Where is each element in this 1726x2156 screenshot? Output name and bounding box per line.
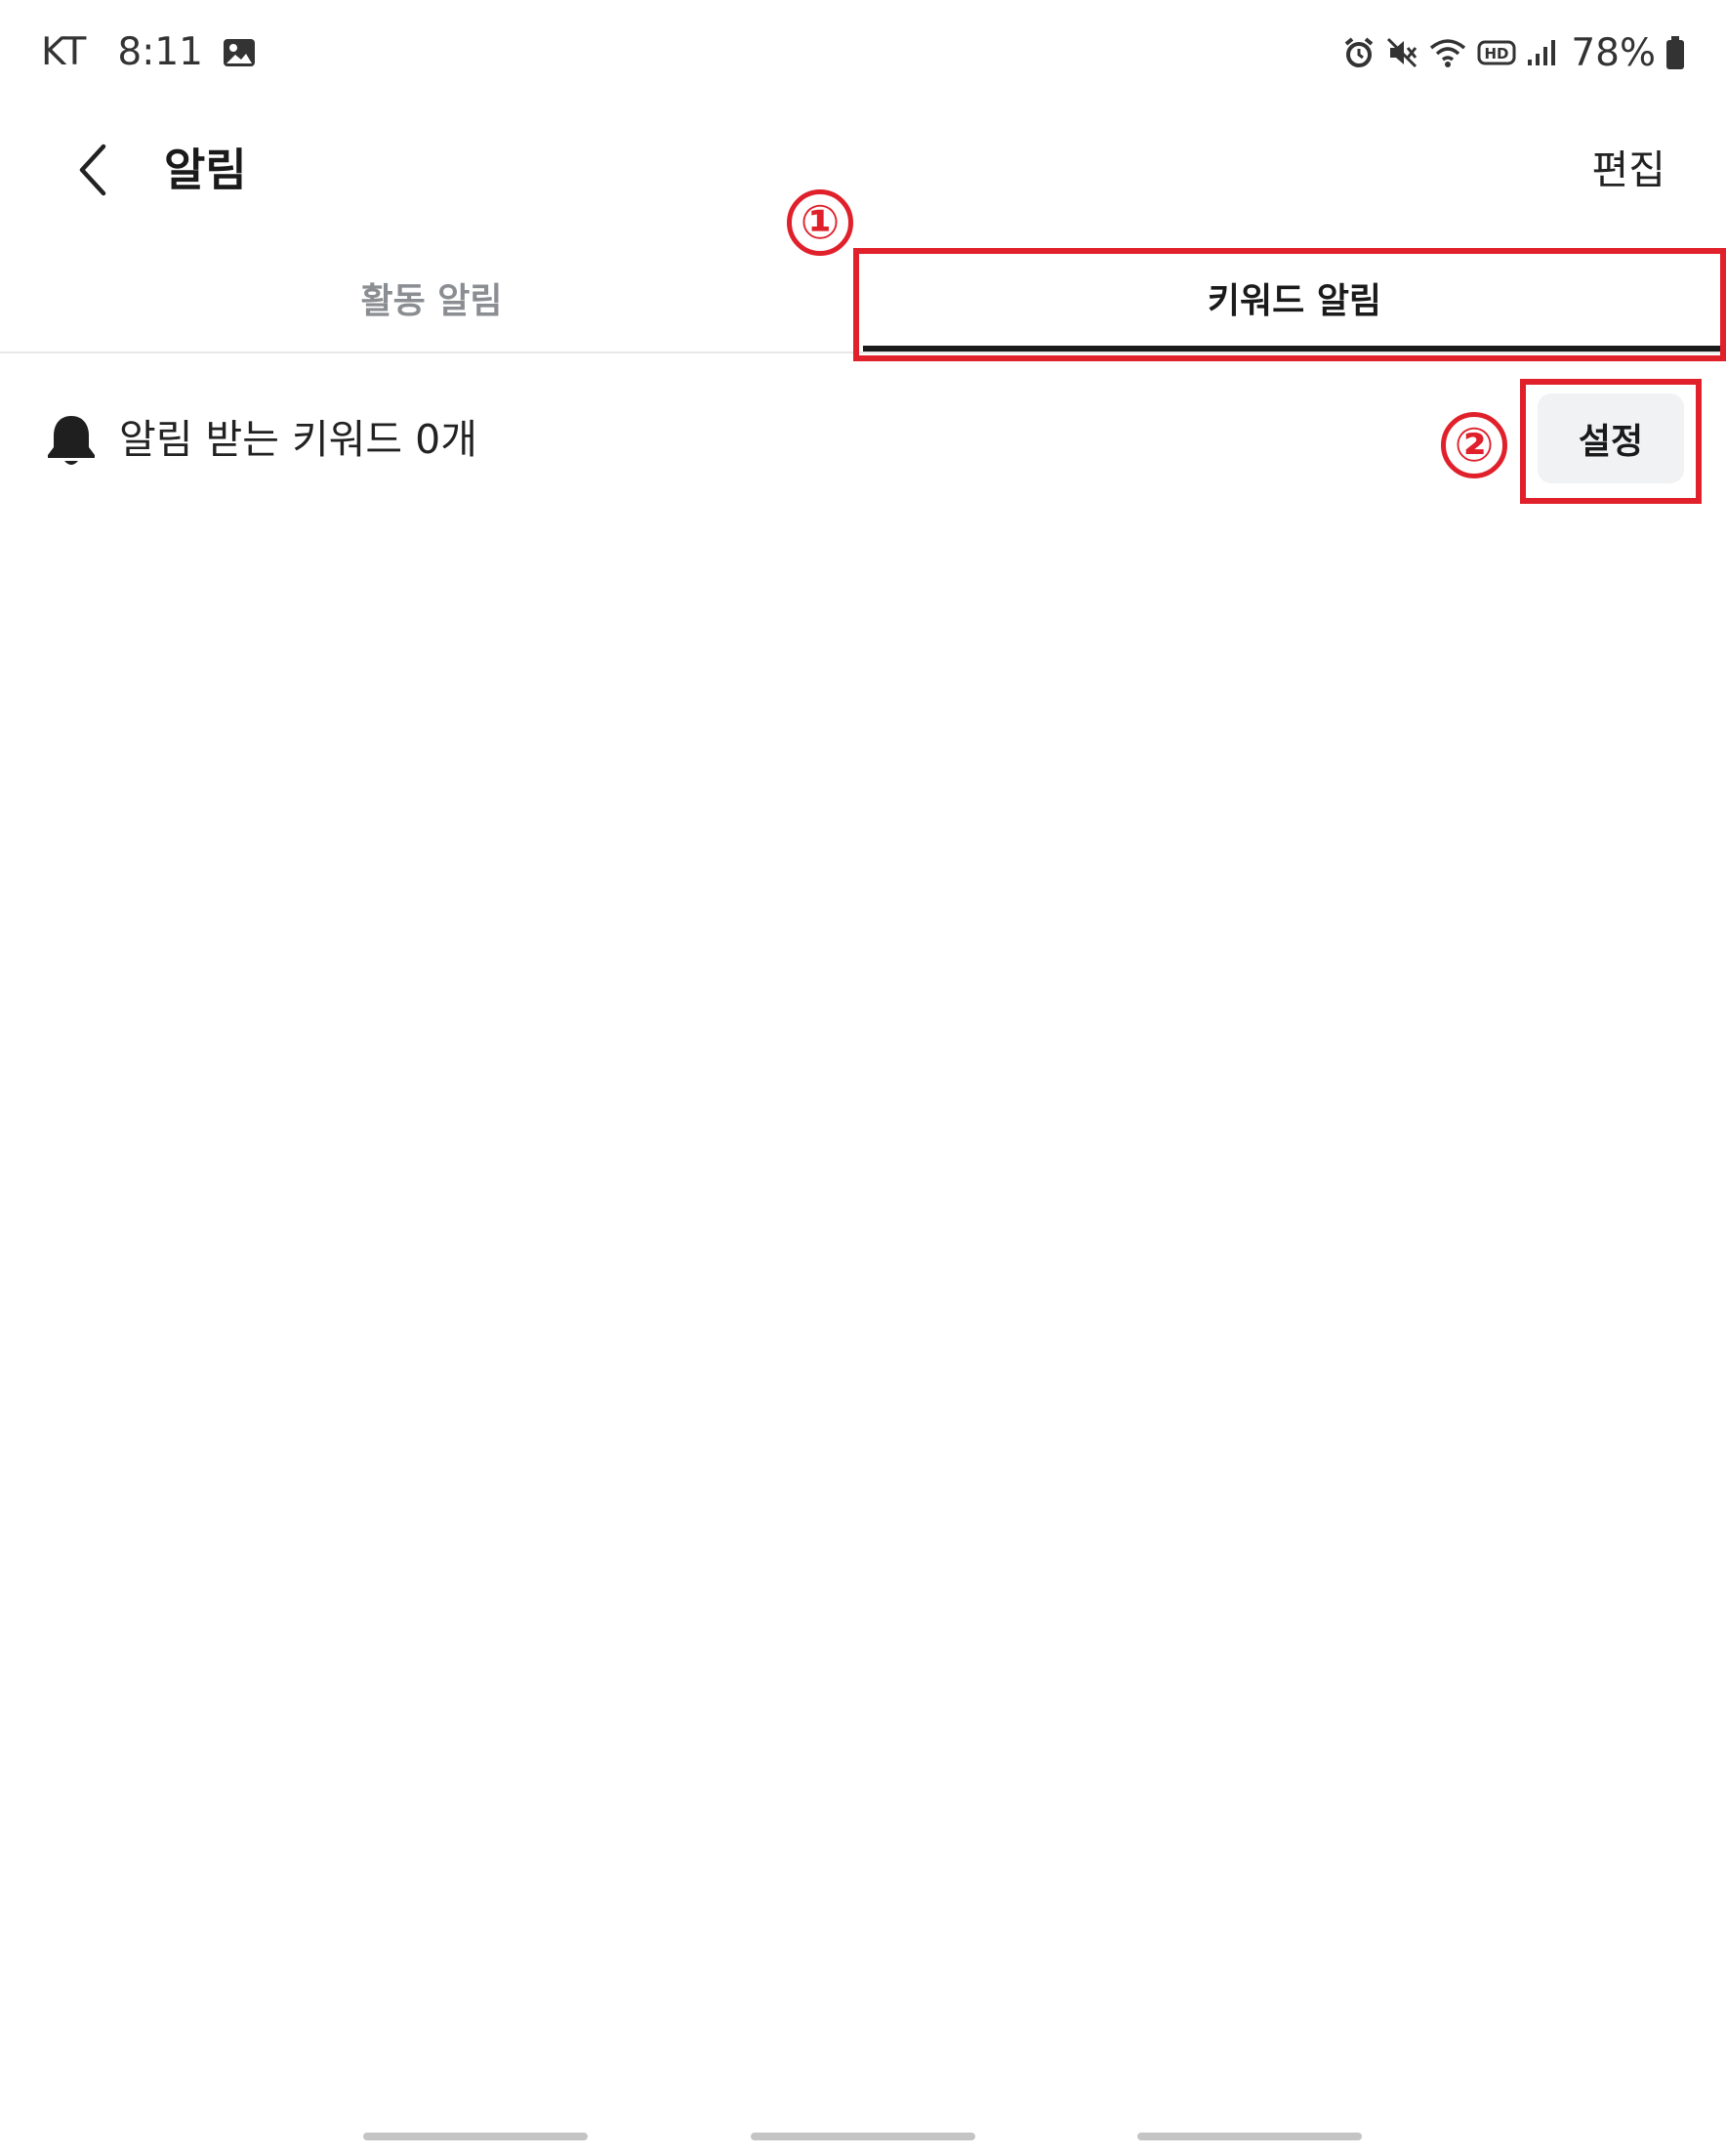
svg-text:HD: HD xyxy=(1485,45,1509,62)
bell-icon xyxy=(45,412,98,469)
status-bar-right: HD 78% xyxy=(1342,25,1685,80)
carrier-label: KT xyxy=(41,30,87,74)
annotation-box-settings xyxy=(1520,379,1702,504)
alarm-icon xyxy=(1342,36,1376,69)
back-button[interactable] xyxy=(59,135,129,205)
mute-icon xyxy=(1385,36,1418,69)
clock: 8:11 xyxy=(117,30,203,74)
status-bar-left: KT 8:11 xyxy=(41,25,256,80)
signal-icon xyxy=(1526,36,1557,69)
page-title: 알림 xyxy=(164,144,247,196)
edit-button[interactable]: 편집 xyxy=(1592,141,1665,199)
status-bar: KT 8:11 HD 78% xyxy=(0,0,1726,105)
tab-activity-notifications[interactable]: 활동 알림 xyxy=(0,244,863,352)
gallery-icon xyxy=(223,36,256,69)
chevron-left-icon xyxy=(79,144,106,196)
wifi-icon xyxy=(1428,36,1467,69)
battery-icon xyxy=(1665,35,1685,70)
nav-handle-center[interactable] xyxy=(751,2133,975,2140)
annotation-marker-2: ② xyxy=(1441,412,1507,478)
hd-icon: HD xyxy=(1477,36,1516,69)
nav-handle-right[interactable] xyxy=(1137,2133,1362,2140)
battery-percent: 78% xyxy=(1571,30,1656,75)
keyword-count-text: 알림 받는 키워드 0개 xyxy=(119,416,477,463)
annotation-marker-1: ① xyxy=(787,189,853,256)
nav-handle-left[interactable] xyxy=(363,2133,588,2140)
app-bar: 알림 편집 xyxy=(0,105,1726,234)
annotation-box-keyword-tab xyxy=(853,248,1726,361)
